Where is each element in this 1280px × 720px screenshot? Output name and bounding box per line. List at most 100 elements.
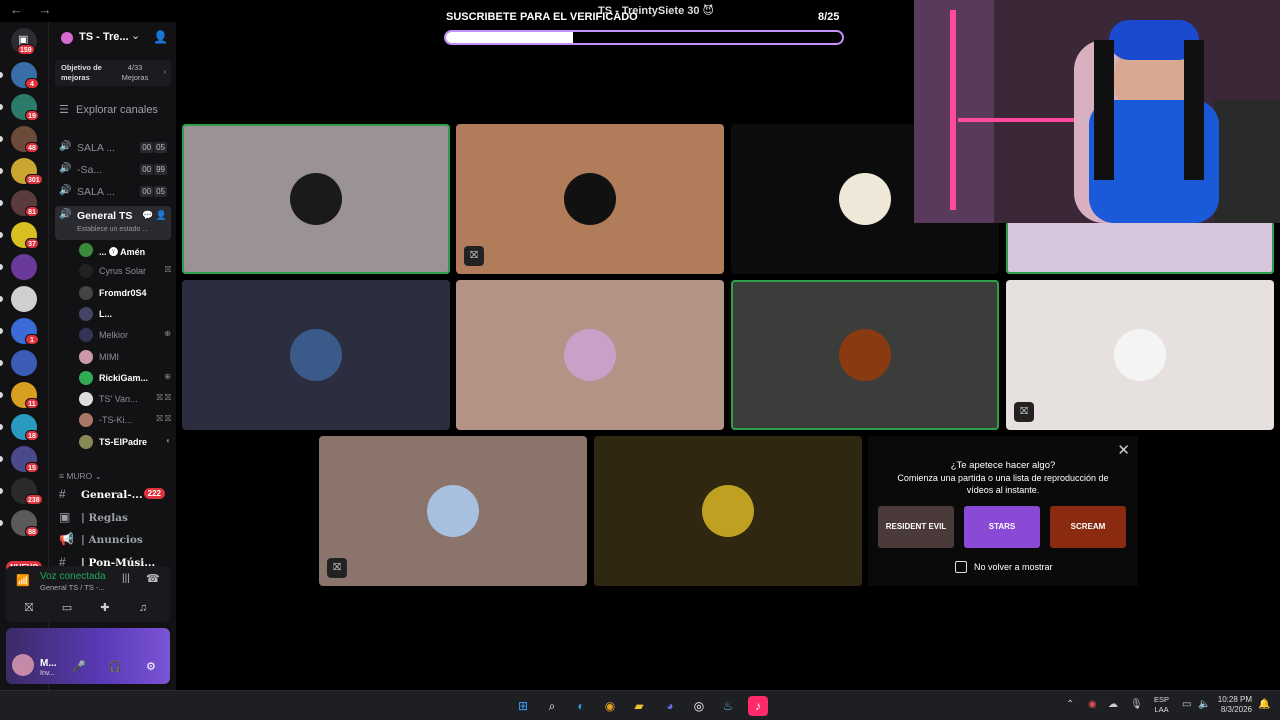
back-forward-icons[interactable]: ← → xyxy=(10,2,58,17)
voice-member[interactable]: Melkior ⊕ xyxy=(77,325,173,345)
server-icon[interactable]: 4 xyxy=(11,62,39,89)
streamer-webcam xyxy=(914,0,1280,223)
server-icon[interactable]: 15 xyxy=(11,446,39,473)
server-icon[interactable]: 88 xyxy=(11,510,39,537)
cloud-icon[interactable]: ☁ xyxy=(1108,699,1118,710)
tile-cyrus[interactable]: ⛝ xyxy=(456,124,724,274)
server-icon[interactable]: 301 xyxy=(11,158,43,185)
server-icon[interactable]: 48 xyxy=(11,126,39,153)
explore-channels[interactable]: ☰ Explorar canales xyxy=(59,103,158,116)
voice-member[interactable]: MIMI xyxy=(77,347,173,367)
taskbar: ⊞ ⌕ ◐ ◉ ▰ ◕ ◎ ♨ ♪ ⌃ ◉ ☁ 🎙 ESP LAA ▭ 🔈 10… xyxy=(0,690,1280,720)
avatar xyxy=(427,485,479,537)
microphone-icon[interactable]: 🎤 xyxy=(72,660,86,673)
voice-channel[interactable]: 🔊 -Sa... 00 99 xyxy=(55,160,171,180)
server-badge: 18 xyxy=(25,430,39,441)
activity-suggestion-card: ✕ ¿Te apetece hacer algo? Comienza una p… xyxy=(868,436,1138,586)
voice-member[interactable]: -TS-Ki... ⛝ ⛝ xyxy=(77,410,173,430)
server-header[interactable]: TS - Tre... ⌄ 👤 xyxy=(49,22,177,56)
voice-member[interactable]: Fromdr0S4 xyxy=(77,283,173,303)
activity-thumbnail[interactable]: RESIDENT EVIL xyxy=(878,506,954,548)
hash-icon: ▣ xyxy=(59,509,71,524)
server-icon[interactable]: 81 xyxy=(11,190,39,217)
voice-member[interactable]: L... xyxy=(77,304,173,324)
section-muro[interactable]: ≡ MURO ⌄ xyxy=(59,471,102,482)
tile-skull[interactable] xyxy=(731,280,999,430)
clock[interactable]: 10:28 PM 8/3/2026 xyxy=(1212,695,1252,715)
server-icon[interactable]: 11 xyxy=(11,382,39,409)
language-indicator[interactable]: ESP LAA xyxy=(1154,695,1169,715)
windows-start-icon[interactable]: ⊞ xyxy=(513,696,533,716)
voice-member[interactable]: TS' Van... ⛝ ⛝ xyxy=(77,389,173,409)
chevron-down-icon[interactable]: ⌄ xyxy=(131,29,140,42)
volume-icon[interactable]: 🔈 xyxy=(1198,699,1210,710)
steam-icon[interactable]: ♨ xyxy=(718,696,738,716)
user-status: Inv... xyxy=(40,670,55,677)
disconnect-icon[interactable]: ☎ xyxy=(146,572,160,585)
activity-thumbnail[interactable]: STARS xyxy=(964,506,1040,548)
gear-icon[interactable]: ⚙ xyxy=(146,660,156,673)
member-name: -TS-Ki... xyxy=(99,415,132,426)
microphone-tray-icon[interactable]: 🎙 xyxy=(1130,699,1143,710)
clock-date: 8/3/2026 xyxy=(1220,705,1252,714)
server-icon[interactable]: 37 xyxy=(11,222,39,249)
voice-member[interactable]: Cyrus Solar ⛝ xyxy=(77,261,173,281)
muted-icon: ◐ xyxy=(166,435,171,445)
screenshare-icon[interactable]: ▭ xyxy=(52,601,82,614)
server-icon[interactable] xyxy=(11,350,37,376)
discord-icon[interactable]: ◕ xyxy=(660,696,680,716)
server-icon[interactable]: 19 xyxy=(11,94,39,121)
chevron-up-icon[interactable]: ⌃ xyxy=(1066,699,1074,710)
server-icon[interactable] xyxy=(11,286,37,312)
avatar[interactable] xyxy=(12,654,34,676)
tile-8[interactable]: ⛝ xyxy=(1006,280,1274,430)
voice-member[interactable]: RickiGam... ⊕ xyxy=(77,368,173,388)
text-channel[interactable]: ▣ | Reglas xyxy=(55,508,171,528)
search-icon[interactable]: ⌕ xyxy=(542,696,562,716)
tiktok-icon[interactable]: ♪ xyxy=(748,696,768,716)
dont-show-checkbox[interactable] xyxy=(955,561,967,573)
edge-icon[interactable]: ◐ xyxy=(571,696,591,716)
tray-app-icon[interactable]: ◉ xyxy=(1088,699,1097,710)
voice-member[interactable]: ... 🅨 Amén xyxy=(77,240,173,260)
member-name: Cyrus Solar xyxy=(99,266,147,277)
obs-icon[interactable]: ◎ xyxy=(689,696,709,716)
chrome-icon[interactable]: ◉ xyxy=(600,696,620,716)
server-icon[interactable]: 18 xyxy=(11,414,39,441)
signal-icon[interactable]: 📶 xyxy=(16,574,30,587)
voice-member[interactable]: TS-ElPadre ◐ xyxy=(77,432,173,452)
soundboard-icon[interactable]: ♫ xyxy=(128,602,158,614)
tile-9[interactable]: ⛝ xyxy=(319,436,587,586)
channel-general-ts[interactable]: 🔊 General TS 💬 👤 Establece un estado ... xyxy=(55,206,171,240)
boost-goal[interactable]: Objetivo de mejoras 4/33 Mejoras › xyxy=(55,60,171,86)
direct-messages-icon[interactable]: ▣ 159 xyxy=(11,28,37,55)
server-badge: 238 xyxy=(25,494,43,505)
camera-off-icon[interactable]: ⛝ xyxy=(14,602,44,615)
voice-channel[interactable]: 🔊 SALA ... 00 05 xyxy=(55,182,171,202)
server-icon[interactable]: 238 xyxy=(11,478,43,505)
avatar xyxy=(702,485,754,537)
voice-channel[interactable]: 🔊 SALA ... 00 05 xyxy=(55,138,171,158)
headphones-icon[interactable]: 🎧 xyxy=(108,660,122,673)
server-icon[interactable]: 1 xyxy=(11,318,39,345)
mention-badge: 222 xyxy=(143,488,165,499)
tile-melkior[interactable] xyxy=(182,280,450,430)
activities-icon[interactable]: ✚ xyxy=(90,601,120,614)
tile-mimi[interactable] xyxy=(456,280,724,430)
voice-location[interactable]: General TS / TS -... xyxy=(40,583,105,592)
activity-thumbnail[interactable]: SCREAM xyxy=(1050,506,1126,548)
file-explorer-icon[interactable]: ▰ xyxy=(629,696,649,716)
noise-suppression-icon[interactable]: ||| xyxy=(122,573,130,584)
tile-1[interactable] xyxy=(182,124,450,274)
network-icon[interactable]: ▭ xyxy=(1182,699,1191,710)
text-channel[interactable]: # General-... 222 xyxy=(55,485,171,505)
text-channel[interactable]: 📢 | Anuncios xyxy=(55,530,171,550)
close-icon[interactable]: ✕ xyxy=(1117,441,1130,459)
invite-icon[interactable]: 👤 xyxy=(153,30,168,44)
notification-bell-icon[interactable]: 🔔 xyxy=(1258,699,1270,710)
unread-pip xyxy=(0,104,3,110)
server-icon[interactable] xyxy=(11,254,37,280)
tile-chica[interactable] xyxy=(594,436,862,586)
chat-icon[interactable]: 💬 👤 xyxy=(142,210,167,221)
hash-icon: 📢 xyxy=(59,532,74,546)
